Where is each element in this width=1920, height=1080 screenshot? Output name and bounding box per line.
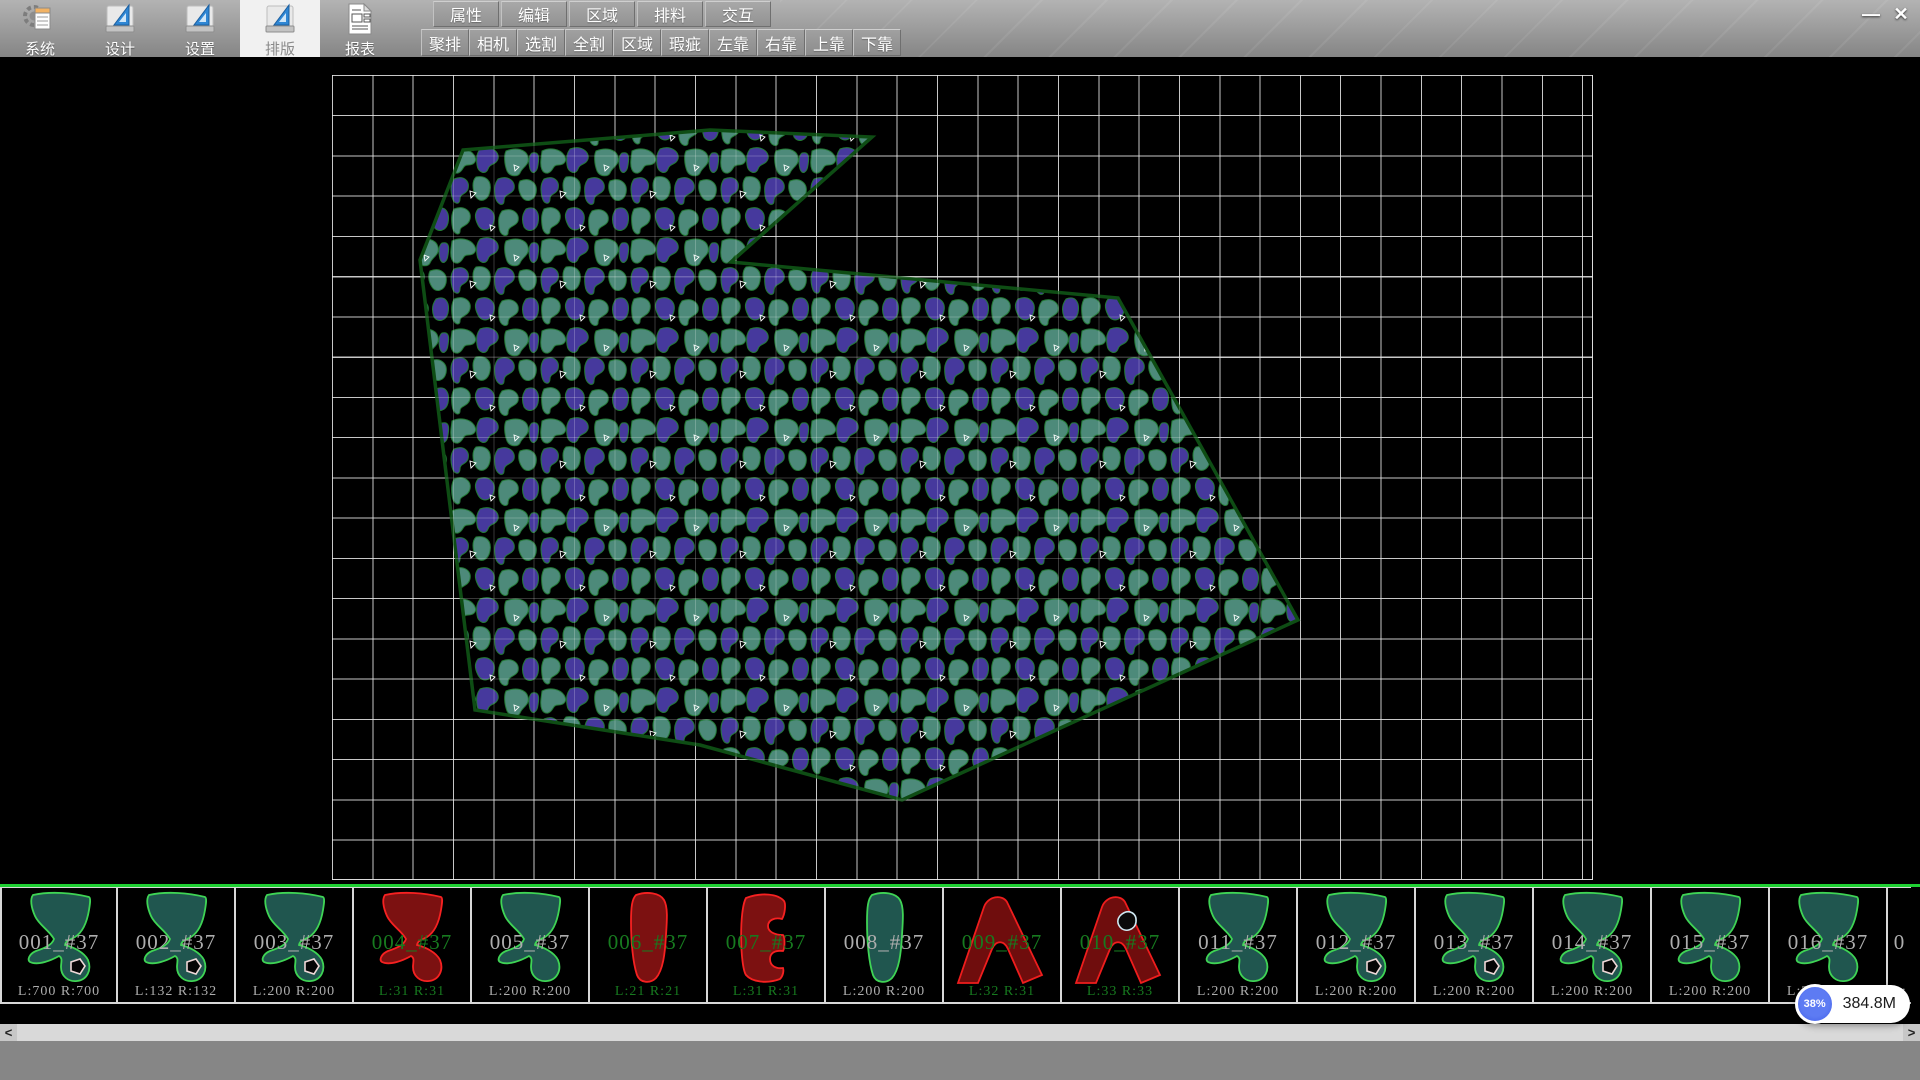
part-lr-count: L:33 R:33 xyxy=(1062,984,1178,1000)
part-lr-count: L:200 R:200 xyxy=(236,984,352,1000)
part-thumbnail-7[interactable]: 007_#37 L:31 R:31 xyxy=(708,887,826,1004)
part-thumbnail-11[interactable]: 011_#37 L:200 R:200 xyxy=(1180,887,1298,1004)
part-thumbnail-8[interactable]: 008_#37 L:200 R:200 xyxy=(826,887,944,1004)
part-id: 003_#37 xyxy=(236,930,352,955)
part-id: 008_#37 xyxy=(826,930,942,955)
part-thumbnail-9[interactable]: 009_#37 L:32 R:31 xyxy=(944,887,1062,1004)
part-lr-count: L:200 R:200 xyxy=(472,984,588,1000)
menu-item-menu_row2-7[interactable]: 左靠 xyxy=(709,29,757,56)
part-lr-count: L:200 R:200 xyxy=(1180,984,1296,1000)
menu-item-menu_row2-1[interactable]: 聚排 xyxy=(421,29,469,56)
scroll-right-button[interactable]: > xyxy=(1903,1024,1920,1041)
part-thumbnail-10[interactable]: 010_#37 L:33 R:33 xyxy=(1062,887,1180,1004)
menu-item-menu_row2-6[interactable]: 瑕疵 xyxy=(661,29,709,56)
part-id: 007_#37 xyxy=(708,930,824,955)
menu-row-1: 属性编辑区域排料交互 xyxy=(433,1,771,27)
report-icon xyxy=(342,0,378,41)
part-id: 013_#37 xyxy=(1416,930,1532,955)
part-thumbnail-12[interactable]: 012_#37 L:200 R:200 xyxy=(1298,887,1416,1004)
part-lr-count: L:200 R:200 xyxy=(1652,984,1768,1000)
menu-item-menu_row1-3[interactable]: 区域 xyxy=(569,1,635,27)
part-id: 002_#37 xyxy=(118,930,234,955)
menu-item-menu_row1-5[interactable]: 交互 xyxy=(705,1,771,27)
part-thumbnail-13[interactable]: 013_#37 L:200 R:200 xyxy=(1416,887,1534,1004)
part-lr-count: L:132 R:132 xyxy=(118,984,234,1000)
menu-item-menu_row2-2[interactable]: 相机 xyxy=(469,29,517,56)
parts-strip: 001_#37L:700 R:700002_#37L:132 R:132003_… xyxy=(0,884,1920,1007)
part-lr-count: L:200 R:200 xyxy=(826,984,942,1000)
part-id: 0 xyxy=(1888,930,1911,955)
gear-doc-icon xyxy=(22,0,58,41)
part-thumbnail-1[interactable]: 001_#37 L:700 R:700 xyxy=(0,887,118,1004)
part-id: 010_#37 xyxy=(1062,930,1178,955)
ruler-icon xyxy=(182,0,218,41)
memory-value: 384.8M xyxy=(1835,995,1910,1013)
menu-item-menu_row1-4[interactable]: 排料 xyxy=(637,1,703,27)
menu-item-menu_row2-9[interactable]: 上靠 xyxy=(805,29,853,56)
part-lr-count: L:200 R:200 xyxy=(1298,984,1414,1000)
menu-item-menu_row2-3[interactable]: 选割 xyxy=(517,29,565,56)
part-thumbnail-2[interactable]: 002_#37 L:132 R:132 xyxy=(118,887,236,1004)
toolbar-button-1[interactable]: 系统 xyxy=(0,0,80,57)
part-id: 012_#37 xyxy=(1298,930,1414,955)
toolbar-button-3[interactable]: 设置 xyxy=(160,0,240,57)
part-lr-count: L:700 R:700 xyxy=(2,984,116,1000)
part-id: 001_#37 xyxy=(2,930,116,955)
part-id: 016_#37 xyxy=(1770,930,1886,955)
part-lr-count: L:21 R:21 xyxy=(590,984,706,1000)
progress-percent: 38% xyxy=(1804,998,1826,1010)
part-lr-count: L:31 R:31 xyxy=(708,984,824,1000)
toolbar-button-2[interactable]: 设计 xyxy=(80,0,160,57)
horizontal-scrollbar[interactable]: < > xyxy=(0,1024,1920,1041)
close-button[interactable]: ✕ xyxy=(1888,3,1914,25)
part-thumbnail-5[interactable]: 005_#37 L:200 R:200 xyxy=(472,887,590,1004)
leather-hide-shape[interactable] xyxy=(0,57,1920,884)
toolbar-button-4[interactable]: 排版 xyxy=(240,0,320,57)
ruler-icon xyxy=(102,0,138,41)
strip-gap xyxy=(0,1004,1920,1024)
toolbar-hatch-texture xyxy=(780,0,1920,57)
part-lr-count: L:31 R:31 xyxy=(354,984,470,1000)
menu-item-menu_row2-4[interactable]: 全割 xyxy=(565,29,613,56)
menu-item-menu_row2-5[interactable]: 区域 xyxy=(613,29,661,56)
part-id: 006_#37 xyxy=(590,930,706,955)
part-id: 009_#37 xyxy=(944,930,1060,955)
scroll-left-button[interactable]: < xyxy=(0,1024,17,1041)
status-bar xyxy=(0,1041,1920,1080)
part-lr-count: L:200 R:200 xyxy=(1534,984,1650,1000)
part-lr-count: L:200 R:200 xyxy=(1416,984,1532,1000)
ruler-icon xyxy=(262,0,298,41)
part-lr-count: L:32 R:31 xyxy=(944,984,1060,1000)
toolbar: 系统设计设置排版报表 属性编辑区域排料交互 聚排相机选割全割区域瑕疵左靠右靠上靠… xyxy=(0,0,1920,58)
toolbar-icon-buttons: 系统设计设置排版报表 xyxy=(0,0,400,57)
progress-circle-icon: 38% xyxy=(1795,984,1835,1024)
part-thumbnail-6[interactable]: 006_#37 L:21 R:21 xyxy=(590,887,708,1004)
menu-item-menu_row1-1[interactable]: 属性 xyxy=(433,1,499,27)
window-controls: — ✕ xyxy=(1858,3,1914,25)
nesting-canvas[interactable] xyxy=(0,57,1920,884)
part-id: 014_#37 xyxy=(1534,930,1650,955)
leather-nesting-app: 系统设计设置排版报表 属性编辑区域排料交互 聚排相机选割全割区域瑕疵左靠右靠上靠… xyxy=(0,0,1920,1080)
part-id: 011_#37 xyxy=(1180,930,1296,955)
part-thumbnail-3[interactable]: 003_#37 L:200 R:200 xyxy=(236,887,354,1004)
scrollbar-track[interactable] xyxy=(17,1024,1903,1041)
progress-badge[interactable]: 38% 384.8M xyxy=(1796,985,1910,1023)
part-thumbnail-15[interactable]: 015_#37 L:200 R:200 xyxy=(1652,887,1770,1004)
menu-item-menu_row2-8[interactable]: 右靠 xyxy=(757,29,805,56)
part-thumbnail-14[interactable]: 014_#37 L:200 R:200 xyxy=(1534,887,1652,1004)
part-id: 015_#37 xyxy=(1652,930,1768,955)
toolbar-button-5[interactable]: 报表 xyxy=(320,0,400,57)
part-id: 005_#37 xyxy=(472,930,588,955)
part-thumbnail-4[interactable]: 004_#37 L:31 R:31 xyxy=(354,887,472,1004)
menu-row-2: 聚排相机选割全割区域瑕疵左靠右靠上靠下靠 xyxy=(421,29,901,56)
menu-item-menu_row1-2[interactable]: 编辑 xyxy=(501,1,567,27)
part-id: 004_#37 xyxy=(354,930,470,955)
minimize-button[interactable]: — xyxy=(1858,3,1884,25)
hide-outline[interactable] xyxy=(420,130,1298,800)
menu-item-menu_row2-10[interactable]: 下靠 xyxy=(853,29,901,56)
